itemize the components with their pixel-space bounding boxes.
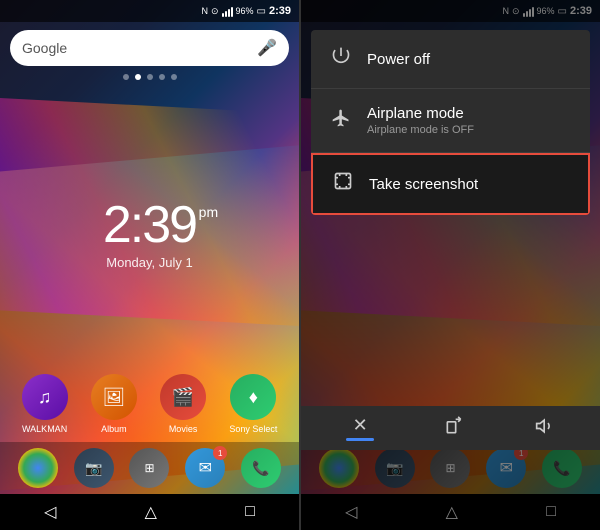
clock-time: 2:39 [103,196,196,254]
quick-settings: ✕ [301,406,600,450]
status-time: 2:39 [269,5,291,17]
bottom-dock: 📷 ⊞ ✉ 1 📞 [0,442,299,494]
rotate-toggle[interactable] [444,416,464,441]
screenshot-text: Take screenshot [369,176,570,193]
clock-ampm: pm [199,204,218,220]
dot-3 [147,74,153,80]
airplane-mode-subtitle: Airplane mode is OFF [367,124,572,136]
dock-apps[interactable]: ⊞ [129,448,169,488]
bluetooth-icon: ✕ [353,415,368,436]
power-menu-overlay: Power off Airplane mode Airplane mode is… [301,0,600,530]
sony-select-label: Sony Select [229,424,277,434]
dock-messages[interactable]: ✉ 1 [185,448,225,488]
take-screenshot-title: Take screenshot [369,176,570,193]
airplane-mode-title: Airplane mode [367,105,572,122]
clock-area: 2:39 pm Monday, July 1 [0,82,299,366]
back-button[interactable]: ◁ [44,502,56,522]
dot-4 [159,74,165,80]
messages-icon: ✉ [199,458,212,478]
airplane-mode-item[interactable]: Airplane mode Airplane mode is OFF [311,89,590,153]
mic-icon[interactable]: 🎤 [257,38,277,58]
power-menu: Power off Airplane mode Airplane mode is… [311,30,590,215]
bar2 [225,11,227,17]
nfc-icon: N [201,6,208,16]
walkman-label: WALKMAN [22,424,67,434]
status-bar: N ⊙ 96% ▭ 2:39 [0,0,299,22]
airplane-icon [329,108,353,134]
power-off-item[interactable]: Power off [311,30,590,89]
bar1 [222,13,224,17]
nav-bar: ◁ △ □ [0,494,299,530]
battery-icon: ▭ [257,6,266,17]
app-grid: ♫ WALKMAN 🖼 Album 🎬 Movies ♦ Sony Select [0,366,299,442]
page-dots [0,72,299,82]
app-movies[interactable]: 🎬 Movies [160,374,206,434]
clock-date: Monday, July 1 [106,255,192,270]
google-search-bar[interactable]: Google 🎤 [10,30,289,66]
power-off-text: Power off [367,51,572,68]
power-off-title: Power off [367,51,572,68]
right-phone: N ⊙ 96% ▭ 2:39 Google 🎤 [301,0,600,530]
phones-container: N ⊙ 96% ▭ 2:39 Google 🎤 [0,0,600,530]
dock-chrome[interactable] [18,448,58,488]
left-phone: N ⊙ 96% ▭ 2:39 Google 🎤 [0,0,299,530]
messages-badge: 1 [213,446,227,460]
power-off-icon [329,46,353,72]
dock-camera[interactable]: 📷 [74,448,114,488]
screenshot-icon [331,171,355,197]
movies-label: Movies [169,424,198,434]
dot-2 [135,74,141,80]
sony-select-icon: ♦ [230,374,276,420]
bar3 [228,9,230,17]
airplane-mode-text: Airplane mode Airplane mode is OFF [367,105,572,136]
take-screenshot-item[interactable]: Take screenshot [311,153,590,215]
album-label: Album [101,424,127,434]
wifi-icon: ⊙ [211,6,219,17]
status-icons: N ⊙ 96% ▭ 2:39 [201,5,291,17]
bluetooth-toggle[interactable]: ✕ [346,415,374,441]
movies-icon: 🎬 [160,374,206,420]
home-button[interactable]: △ [145,502,157,522]
app-album[interactable]: 🖼 Album [91,374,137,434]
volume-icon [535,416,555,441]
recent-button[interactable]: □ [245,503,255,521]
walkman-icon: ♫ [22,374,68,420]
app-sony-select[interactable]: ♦ Sony Select [229,374,277,434]
dot-1 [123,74,129,80]
dot-5 [171,74,177,80]
battery-percent: 96% [236,6,254,16]
volume-toggle[interactable] [535,416,555,441]
app-walkman[interactable]: ♫ WALKMAN [22,374,68,434]
google-logo: Google [22,40,67,56]
rotate-icon [444,416,464,441]
bar4 [231,7,233,17]
dock-phone[interactable]: 📞 [241,448,281,488]
bluetooth-indicator [346,438,374,441]
signal-bars [222,5,233,17]
album-icon: 🖼 [91,374,137,420]
